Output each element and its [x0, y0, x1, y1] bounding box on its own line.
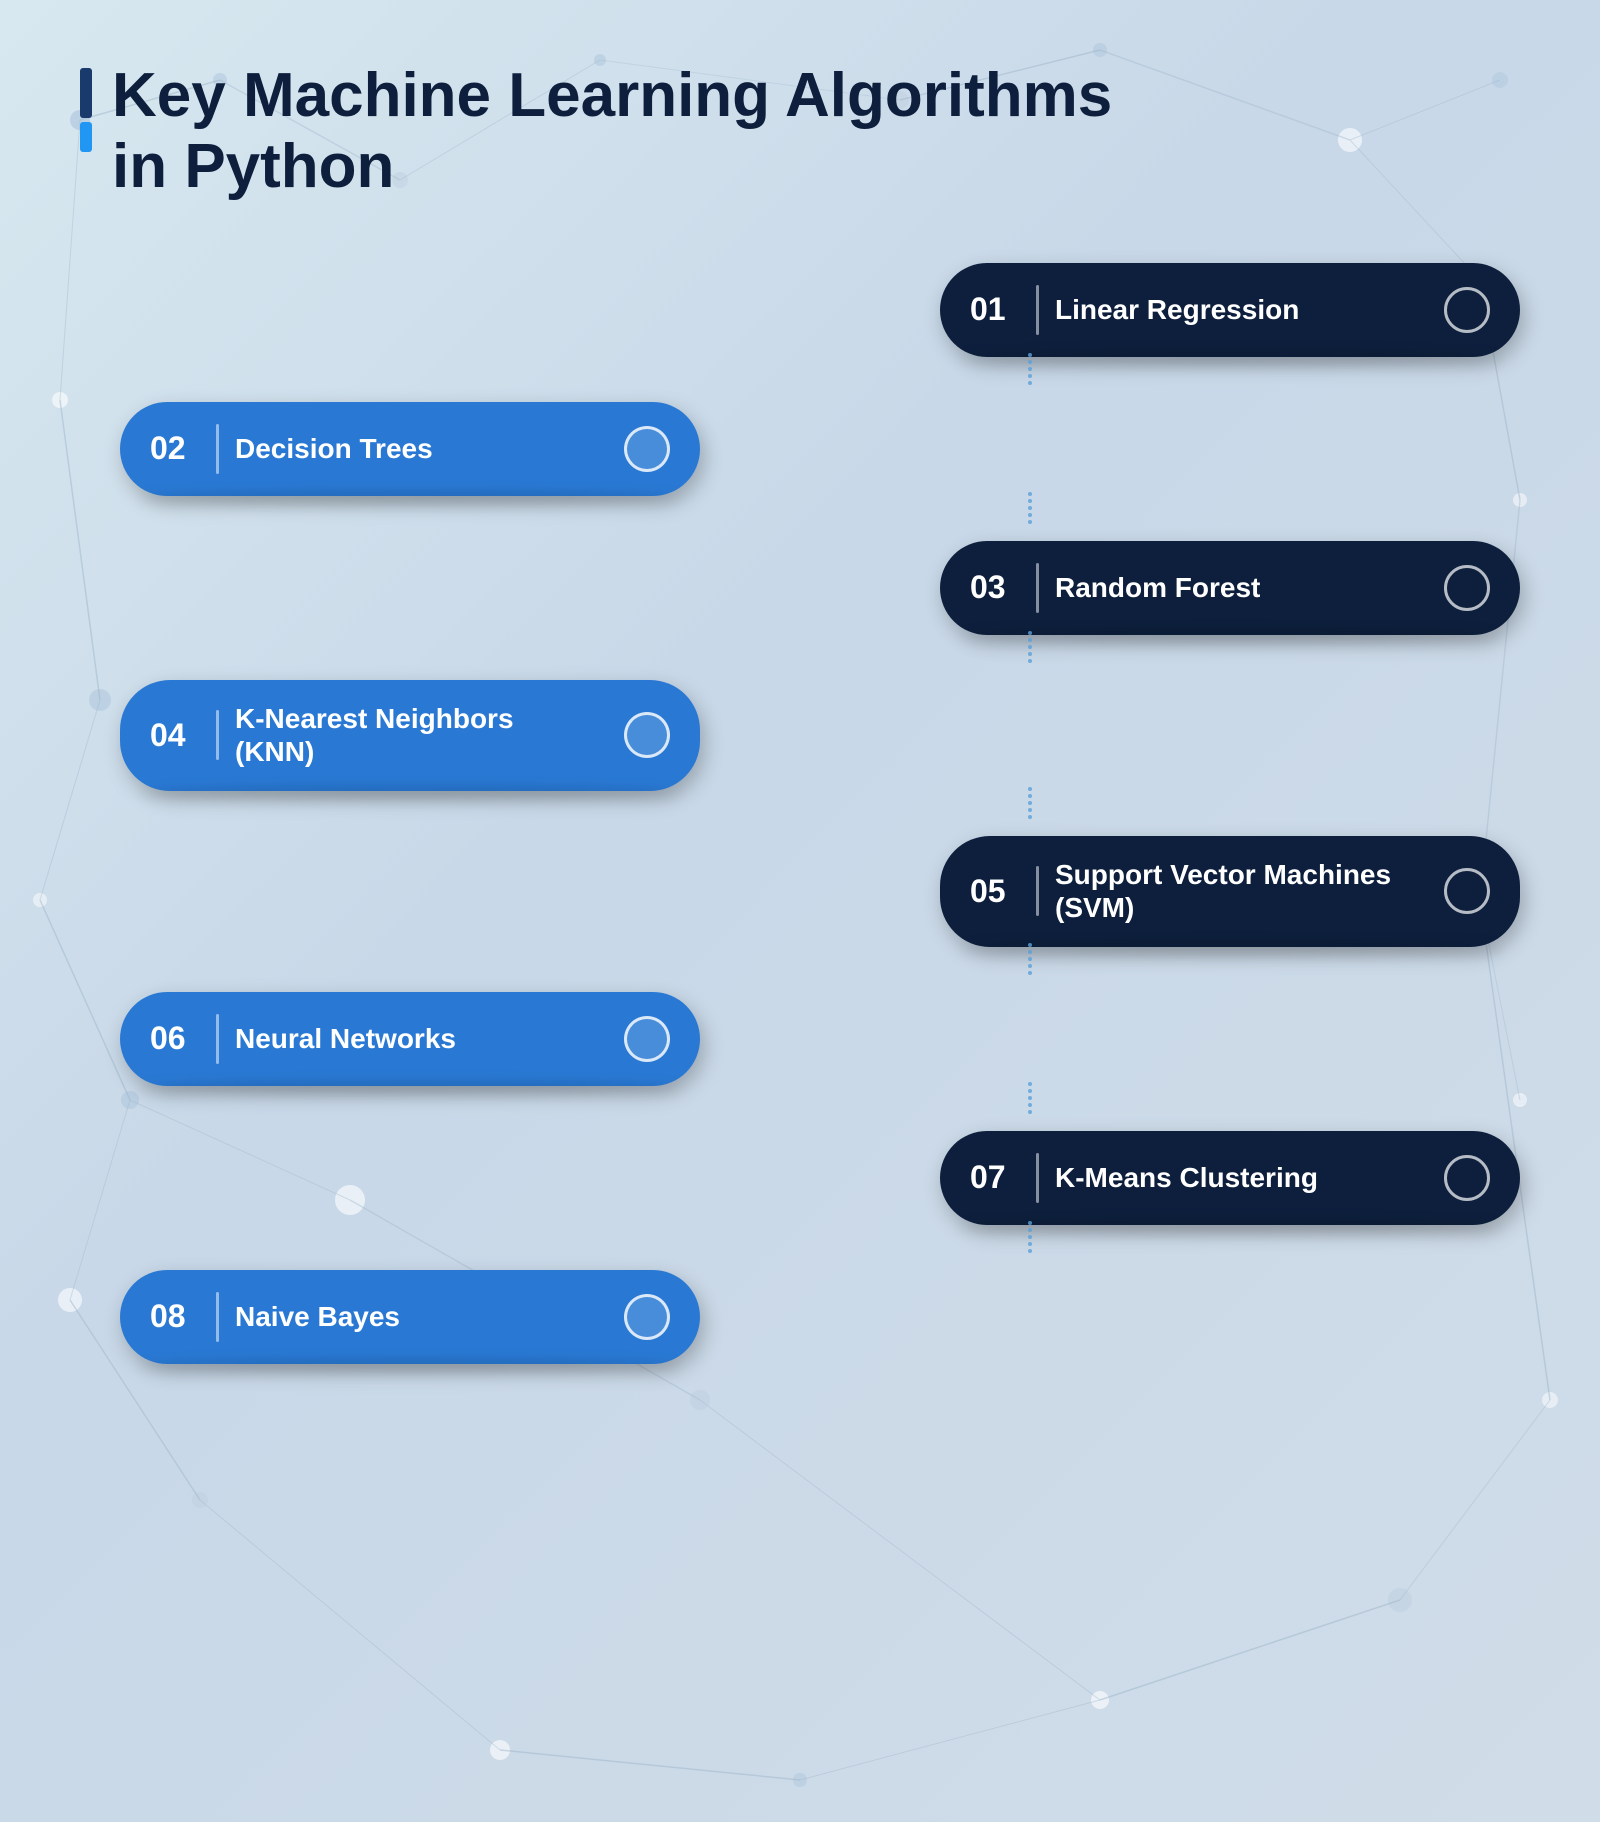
algo-divider-03: [1036, 563, 1039, 613]
connector-2-3: [540, 486, 1520, 541]
algo-name-08: Naive Bayes: [235, 1300, 598, 1334]
algo-name-07: K-Means Clustering: [1055, 1161, 1418, 1195]
page-title: Key Machine Learning Algorithms in Pytho…: [112, 60, 1112, 203]
title-accent-bars: [80, 68, 92, 152]
algo-card-05: 05 Support Vector Machines(SVM): [940, 836, 1520, 947]
algo-divider-06: [216, 1014, 219, 1064]
algo-circle-05: [1444, 868, 1490, 914]
algo-number-01: 01: [970, 291, 1020, 328]
connector-6-7: [540, 1076, 1520, 1131]
algo-circle-02: [624, 426, 670, 472]
algo-name-05: Support Vector Machines(SVM): [1055, 858, 1418, 925]
title-accent-bar-dark: [80, 68, 92, 118]
algo-number-04: 04: [150, 717, 200, 754]
algo-divider-05: [1036, 866, 1039, 916]
algo-name-03: Random Forest: [1055, 571, 1418, 605]
algo-name-04: K-Nearest Neighbors(KNN): [235, 702, 598, 769]
title-line1: Key Machine Learning Algorithms: [112, 61, 1112, 130]
algo-row-01: 01 Linear Regression: [120, 263, 1520, 357]
algo-number-03: 03: [970, 569, 1020, 606]
algo-card-07: 07 K-Means Clustering: [940, 1131, 1520, 1225]
algo-card-02: 02 Decision Trees: [120, 402, 700, 496]
title-section: Key Machine Learning Algorithms in Pytho…: [80, 60, 1520, 203]
algo-card-04: 04 K-Nearest Neighbors(KNN): [120, 680, 700, 791]
algo-circle-08: [624, 1294, 670, 1340]
algo-number-06: 06: [150, 1020, 200, 1057]
algo-circle-01: [1444, 287, 1490, 333]
algo-card-01: 01 Linear Regression: [940, 263, 1520, 357]
algo-card-08: 08 Naive Bayes: [120, 1270, 700, 1364]
algo-divider-04: [216, 710, 219, 760]
algo-circle-04: [624, 712, 670, 758]
algo-name-06: Neural Networks: [235, 1022, 598, 1056]
algo-card-03: 03 Random Forest: [940, 541, 1520, 635]
algo-number-08: 08: [150, 1298, 200, 1335]
algorithm-list: 01 Linear Regression 02 Decision Trees: [120, 263, 1520, 1354]
algo-row-02: 02 Decision Trees: [120, 402, 1520, 496]
algo-circle-03: [1444, 565, 1490, 611]
algo-divider-01: [1036, 285, 1039, 335]
algo-number-05: 05: [970, 873, 1020, 910]
algo-card-06: 06 Neural Networks: [120, 992, 700, 1086]
algo-row-03: 03 Random Forest: [120, 541, 1520, 635]
algo-row-06: 06 Neural Networks: [120, 992, 1520, 1086]
algo-circle-07: [1444, 1155, 1490, 1201]
algo-divider-07: [1036, 1153, 1039, 1203]
algo-row-07: 07 K-Means Clustering: [120, 1131, 1520, 1225]
algo-divider-08: [216, 1292, 219, 1342]
algo-circle-06: [624, 1016, 670, 1062]
title-line2: in Python: [112, 132, 394, 201]
algo-row-04: 04 K-Nearest Neighbors(KNN): [120, 680, 1520, 791]
algo-row-05: 05 Support Vector Machines(SVM): [120, 836, 1520, 947]
algo-divider-02: [216, 424, 219, 474]
algo-name-01: Linear Regression: [1055, 293, 1418, 327]
algo-name-02: Decision Trees: [235, 432, 598, 466]
algo-number-07: 07: [970, 1159, 1020, 1196]
connector-4-5: [540, 781, 1520, 836]
algo-row-08: 08 Naive Bayes: [120, 1270, 1520, 1364]
algo-number-02: 02: [150, 430, 200, 467]
title-accent-bar-light: [80, 122, 92, 152]
